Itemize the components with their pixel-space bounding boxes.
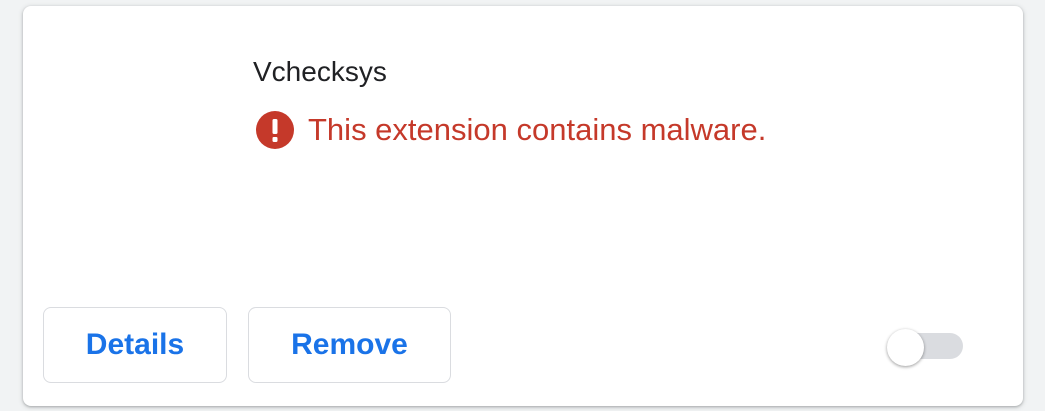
toggle-knob: [887, 329, 924, 366]
error-icon: [256, 111, 294, 149]
details-button[interactable]: Details: [43, 307, 227, 383]
extension-name: Vchecksys: [253, 56, 387, 87]
malware-warning: This extension contains malware.: [256, 110, 766, 150]
remove-button[interactable]: Remove: [248, 307, 451, 383]
enable-toggle[interactable]: [887, 329, 965, 366]
remove-button-label: Remove: [291, 328, 408, 361]
warning-text: This extension contains malware.: [308, 112, 767, 147]
details-button-label: Details: [85, 328, 185, 361]
extension-card: Vchecksys This extension contains malwar…: [23, 6, 1023, 406]
